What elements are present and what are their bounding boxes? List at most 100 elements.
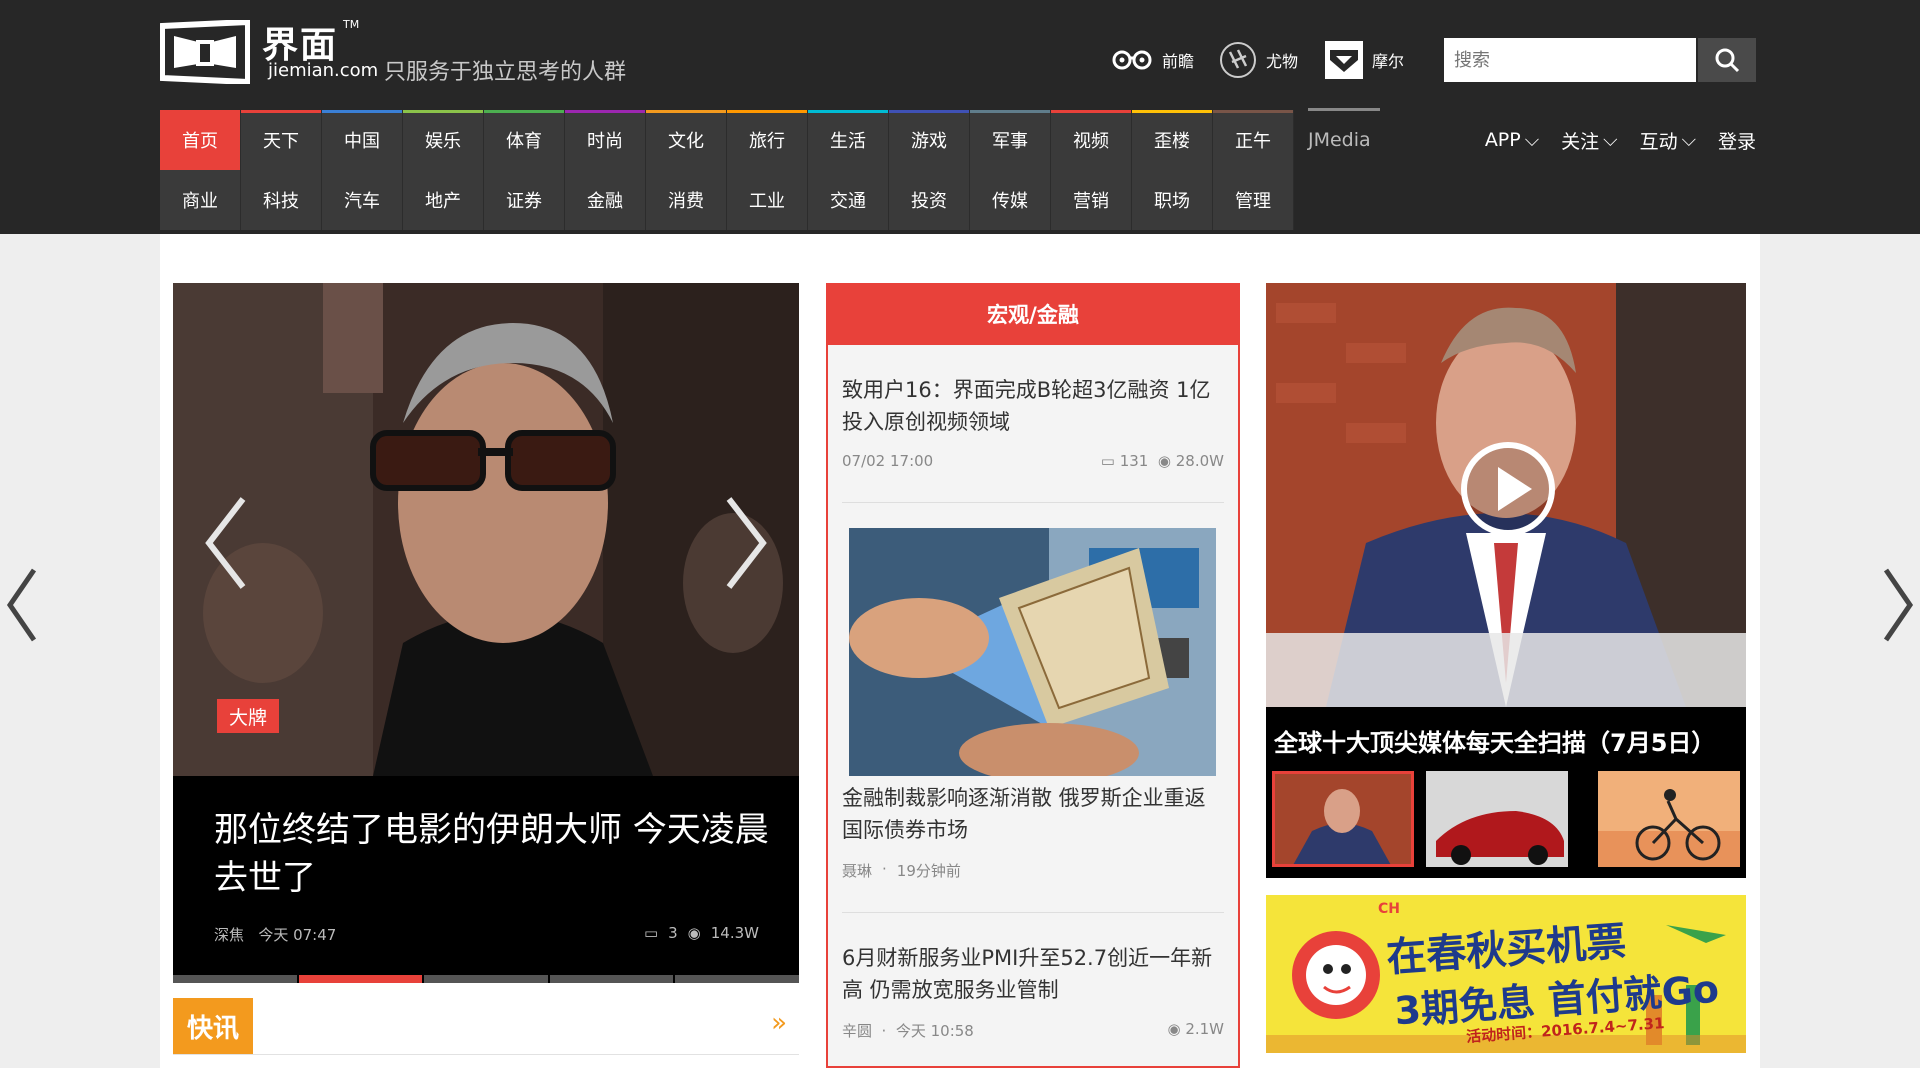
author[interactable]: 聂琳 [842, 860, 872, 881]
secondary-nav: 商业 科技 汽车 地产 证券 金融 消费 工业 交通 投资 传媒 营销 职场 管… [160, 170, 1294, 230]
ad-brand: CH [1378, 901, 1400, 917]
nav-item[interactable]: 职场 [1132, 170, 1213, 230]
article-meta: 07/02 17:00 ▭ 131 ◉ 28.0W [842, 452, 1224, 470]
nav-item[interactable]: 地产 [403, 170, 484, 230]
brand-moer[interactable]: 摩尔 [1324, 38, 1404, 82]
nav-item[interactable]: 娱乐 [403, 110, 484, 170]
nav-item[interactable]: 传媒 [970, 170, 1051, 230]
nav-item[interactable]: 证券 [484, 170, 565, 230]
logo-domain[interactable]: jiemian.com [268, 60, 378, 81]
nav-item[interactable]: 投资 [889, 170, 970, 230]
brand-label: 尤物 [1266, 52, 1299, 71]
nav-item[interactable]: 视频 [1051, 110, 1132, 170]
nav-item[interactable]: 歪楼 [1132, 110, 1213, 170]
article-meta: 聂琳 · 19分钟前 [842, 860, 1224, 881]
search-input[interactable] [1444, 38, 1696, 82]
nav-label: 正午 [1235, 131, 1271, 152]
author[interactable]: 深焦 [214, 926, 244, 944]
nav-item[interactable]: 金融 [565, 170, 646, 230]
slider-dot[interactable] [173, 975, 297, 983]
nav-item[interactable]: 交通 [808, 170, 889, 230]
video-title[interactable]: 全球十大顶尖媒体每天全扫描（7月5日） [1274, 723, 1715, 758]
nav-item[interactable]: 正午 [1213, 110, 1294, 170]
page-prev-arrow-icon[interactable] [2, 560, 42, 650]
author[interactable]: 辛圆 [842, 1022, 872, 1040]
nav-label: 游戏 [911, 131, 947, 152]
play-icon[interactable] [1458, 439, 1558, 539]
brand-qianzhan[interactable]: 前瞻 [1112, 38, 1194, 82]
nav-item[interactable]: 旅行 [727, 110, 808, 170]
interact-menu[interactable]: 互动 ⌵ [1640, 127, 1696, 154]
nav-item[interactable]: 文化 [646, 110, 727, 170]
article-card[interactable]: 致用户16：界面完成B轮超3亿融资 1亿投入原创视频领域 07/02 17:00… [842, 374, 1224, 470]
trademark: TM [343, 18, 360, 31]
video-feature[interactable]: 全球十大顶尖媒体每天全扫描（7月5日） [1266, 283, 1746, 878]
video-thumb-active[interactable] [1272, 771, 1414, 867]
youwu-seal-icon [1220, 42, 1256, 78]
article-title[interactable]: 致用户16：界面完成B轮超3亿融资 1亿投入原创视频领域 [842, 374, 1224, 438]
nav-jmedia[interactable]: JMedia [1308, 108, 1380, 168]
nav-item[interactable]: 游戏 [889, 110, 970, 170]
nav-item[interactable]: 天下 [241, 110, 322, 170]
search-button[interactable] [1698, 38, 1756, 82]
panel-heading[interactable]: 宏观/金融 [826, 283, 1240, 345]
nav-item[interactable]: 体育 [484, 110, 565, 170]
video-thumb[interactable] [1426, 771, 1568, 867]
moer-icon [1325, 41, 1363, 79]
follow-menu[interactable]: 关注 ⌵ [1561, 127, 1617, 154]
user-nav: APP ⌵ 关注 ⌵ 互动 ⌵ 登录 [1485, 110, 1756, 170]
glasses-icon [1112, 50, 1152, 70]
divider [842, 912, 1224, 913]
news-flash-bar: 快讯 » [173, 998, 799, 1055]
slider-dot[interactable] [549, 975, 674, 983]
advertisement-banner[interactable]: CH 在春秋买机票 3期免息 首付就Go 活动时间：2016.7.4~7.31 [1266, 895, 1746, 1053]
nav-item[interactable]: 管理 [1213, 170, 1294, 230]
hero-title[interactable]: 那位终结了电影的伊朗大师 今天凌晨去世了 [214, 806, 774, 902]
slider-next-icon[interactable] [721, 493, 771, 593]
article-image[interactable] [849, 528, 1216, 776]
nav-item[interactable]: 商业 [160, 170, 241, 230]
hero-slider[interactable]: 大牌 那位终结了电影的伊朗大师 今天凌晨去世了 深焦 今天 07:47 ▭ 3 … [173, 283, 799, 983]
nav-label: 时尚 [587, 131, 623, 152]
brand-youwu[interactable]: 尤物 [1218, 38, 1298, 82]
nav-item[interactable]: 中国 [322, 110, 403, 170]
news-flash-label[interactable]: 快讯 [173, 998, 253, 1054]
more-arrow-icon[interactable]: » [771, 1008, 787, 1038]
primary-nav: 首页 天下 中国 娱乐 体育 时尚 文化 旅行 生活 游戏 军事 视频 歪楼 正… [160, 110, 1294, 170]
article-title[interactable]: 6月财新服务业PMI升至52.7创近一年新高 仍需放宽服务业管制 [842, 942, 1224, 1006]
comment-icon: ▭ [643, 924, 659, 942]
category-tag[interactable]: 大牌 [217, 699, 280, 733]
interact-label: 互动 [1639, 130, 1678, 153]
nav-label: 军事 [992, 131, 1028, 152]
slider-dot[interactable] [675, 975, 799, 983]
login-link[interactable]: 登录 [1718, 127, 1756, 154]
nav-label: 歪楼 [1154, 131, 1190, 152]
chevron-down-icon: ⌵ [1524, 129, 1540, 151]
follow-label: 关注 [1561, 130, 1600, 153]
article-card[interactable]: 6月财新服务业PMI升至52.7创近一年新高 仍需放宽服务业管制 辛圆 · 今天… [842, 942, 1224, 1041]
article-card[interactable]: 金融制裁影响逐渐消散 俄罗斯企业重返国际债券市场 聂琳 · 19分钟前 [842, 782, 1224, 881]
nav-label: 视频 [1073, 131, 1109, 152]
nav-item[interactable]: 时尚 [565, 110, 646, 170]
nav-item[interactable]: 军事 [970, 110, 1051, 170]
slider-dot-active[interactable] [298, 975, 423, 983]
search-icon [1715, 48, 1740, 73]
nav-item[interactable]: 营销 [1051, 170, 1132, 230]
page-next-arrow-icon[interactable] [1878, 560, 1918, 650]
slider-dot[interactable] [424, 975, 548, 983]
video-thumb[interactable] [1598, 771, 1740, 867]
nav-item[interactable]: 消费 [646, 170, 727, 230]
jiemian-logo-icon[interactable] [160, 20, 250, 84]
app-menu[interactable]: APP ⌵ [1485, 129, 1539, 151]
brand-label: 摩尔 [1372, 52, 1405, 71]
slider-prev-icon[interactable] [201, 493, 251, 593]
article-title[interactable]: 金融制裁影响逐渐消散 俄罗斯企业重返国际债券市场 [842, 782, 1224, 846]
nav-item[interactable]: 首页 [160, 110, 241, 170]
hero-meta: 深焦 今天 07:47 [214, 924, 336, 945]
nav-item[interactable]: 汽车 [322, 170, 403, 230]
nav-item[interactable]: 工业 [727, 170, 808, 230]
nav-label: 生活 [830, 131, 866, 152]
slogan: 只服务于独立思考的人群 [384, 60, 627, 85]
nav-item[interactable]: 科技 [241, 170, 322, 230]
nav-item[interactable]: 生活 [808, 110, 889, 170]
